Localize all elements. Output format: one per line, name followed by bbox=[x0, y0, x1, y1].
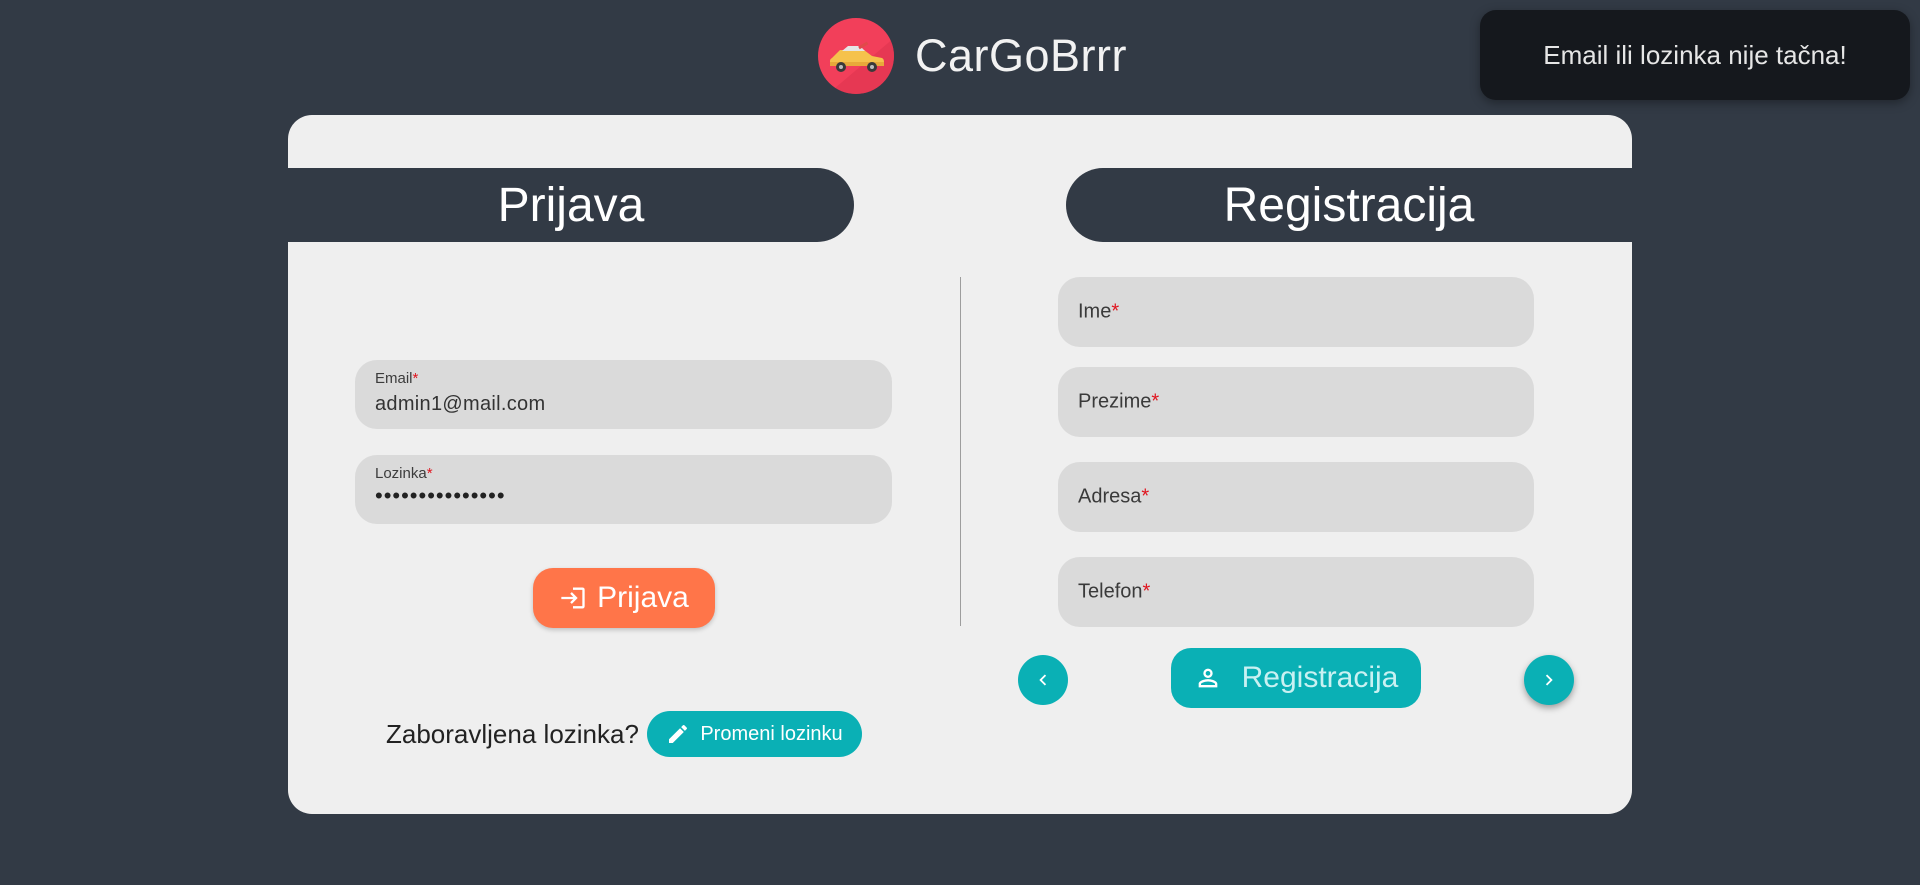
login-button-label: Prijava bbox=[597, 581, 689, 614]
login-icon bbox=[561, 587, 585, 609]
toast-message: Email ili lozinka nije tačna! bbox=[1543, 39, 1847, 70]
email-label: Email* bbox=[375, 370, 419, 387]
car-logo-icon bbox=[818, 18, 894, 94]
register-heading: Registracija bbox=[1066, 168, 1632, 242]
address-placeholder: Adresa* bbox=[1078, 485, 1150, 508]
first-name-placeholder: Ime* bbox=[1078, 300, 1120, 323]
app-header: CarGoBrrr bbox=[818, 18, 1127, 94]
pencil-icon bbox=[669, 724, 688, 743]
next-step-button[interactable] bbox=[1524, 655, 1574, 705]
last-name-field[interactable]: Prezime* bbox=[1058, 367, 1534, 437]
register-button-label: Registracija bbox=[1241, 661, 1399, 694]
login-heading: Prijava bbox=[288, 168, 854, 242]
app-title: CarGoBrrr bbox=[915, 30, 1128, 81]
phone-field[interactable]: Telefon* bbox=[1058, 557, 1534, 627]
first-name-field[interactable]: Ime* bbox=[1058, 277, 1534, 347]
email-value[interactable]: admin1@mail.com bbox=[375, 393, 545, 416]
address-field[interactable]: Adresa* bbox=[1058, 462, 1534, 532]
password-label: Lozinka* bbox=[375, 465, 433, 482]
phone-placeholder: Telefon* bbox=[1078, 580, 1151, 603]
chevron-left-icon bbox=[1039, 674, 1047, 686]
login-button[interactable]: Prijava bbox=[533, 568, 715, 628]
register-heading-text: Registracija bbox=[1223, 178, 1475, 232]
chevron-right-icon bbox=[1545, 674, 1553, 686]
section-divider bbox=[960, 277, 961, 626]
change-password-label: Promeni lozinku bbox=[700, 722, 843, 745]
register-button[interactable]: Registracija bbox=[1171, 648, 1421, 708]
forgot-password-text: Zaboravljena lozinka? bbox=[386, 719, 639, 749]
email-field[interactable]: Email* admin1@mail.com bbox=[355, 360, 892, 429]
auth-card: Prijava Registracija Email* admin1@mail.… bbox=[288, 115, 1632, 814]
password-value[interactable]: ••••••••••••••• bbox=[375, 483, 506, 509]
change-password-button[interactable]: Promeni lozinku bbox=[647, 711, 862, 757]
login-heading-text: Prijava bbox=[497, 178, 645, 232]
previous-step-button[interactable] bbox=[1018, 655, 1068, 705]
password-field[interactable]: Lozinka* ••••••••••••••• bbox=[355, 455, 892, 524]
error-toast: Email ili lozinka nije tačna! bbox=[1480, 10, 1910, 100]
last-name-placeholder: Prezime* bbox=[1078, 390, 1160, 413]
person-icon bbox=[1198, 668, 1217, 688]
